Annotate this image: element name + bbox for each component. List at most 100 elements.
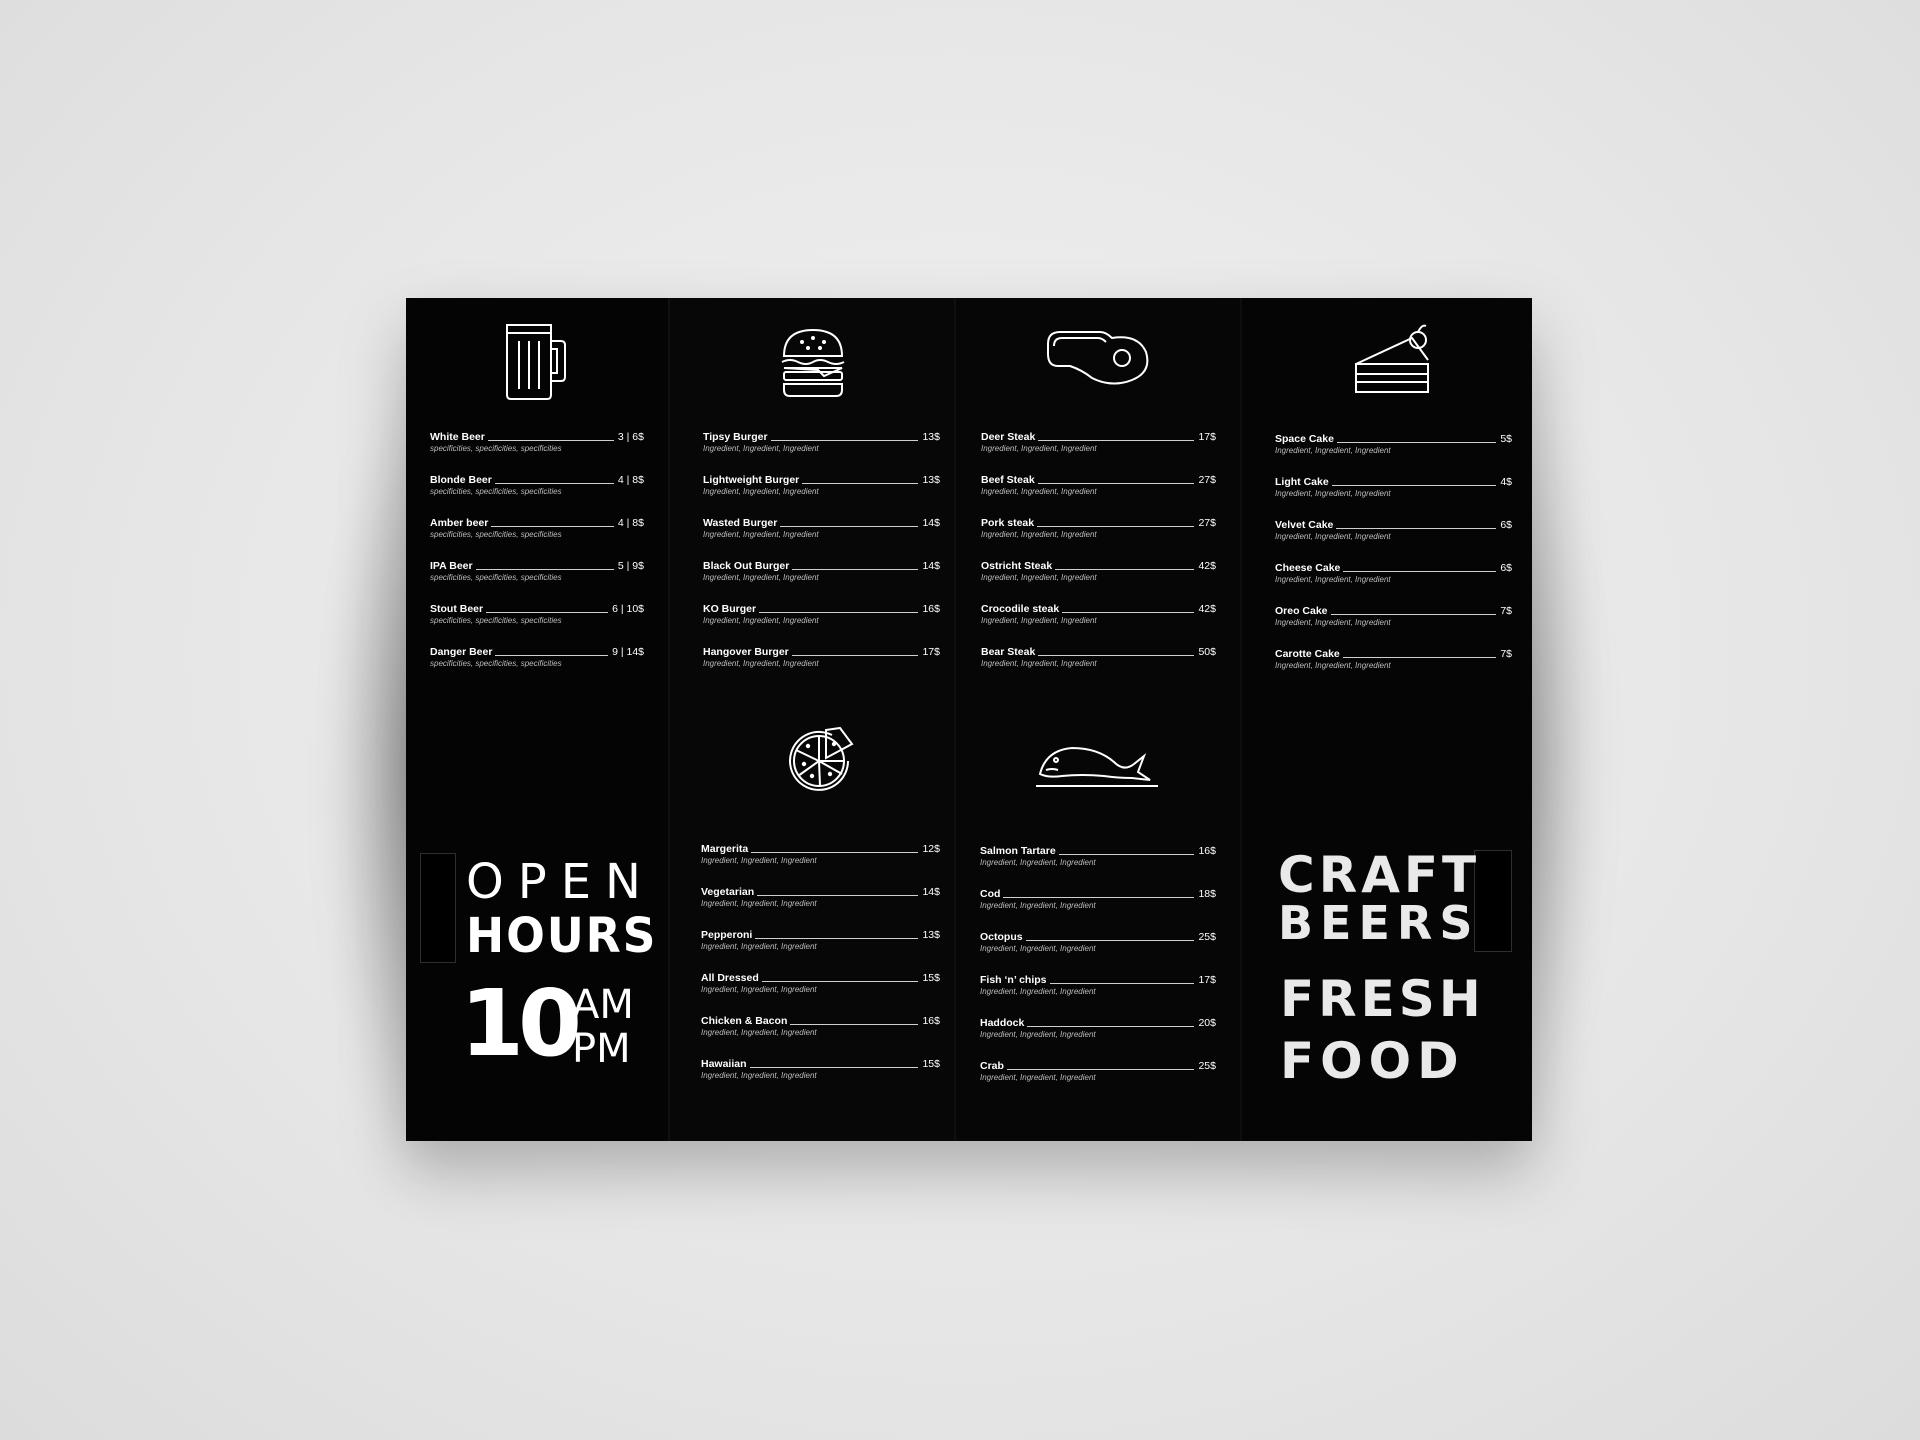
menu-item-description: specificities, specificities, specificit… [430,487,562,496]
menu-item-name: White Beer [430,431,485,443]
menu-item-row: Bear Steak 50$ [981,646,1216,658]
menu-item-description: Ingredient, Ingredient, Ingredient [1275,532,1391,541]
cake-menu: Space Cake 5$ Ingredient, Ingredient, Ingr… [1275,433,1512,691]
menu-item-description: specificities, specificities, specificit… [430,573,562,582]
menu-item-name: Black Out Burger [703,560,790,572]
menu-item-price: 15$ [922,1058,940,1070]
leader-line [1006,1069,1195,1070]
menu-item: Danger Beer 9 | 14$ specificities, specifi… [430,646,644,689]
menu-item-price: 42$ [1198,560,1216,572]
menu-item-price: 3 | 6$ [617,431,644,443]
menu-item-price: 20$ [1198,1017,1216,1029]
menu-item-row: Pork steak 27$ [981,517,1216,529]
leader-line [1330,614,1497,615]
menu-item-name: Amber beer [430,517,489,529]
menu-item-row: Light Cake 4$ [1275,476,1512,488]
menu-item-name: Oreo Cake [1275,605,1328,617]
menu-item-name: KO Burger [703,603,757,615]
leader-line [792,569,919,570]
leader-line [1055,569,1195,570]
menu-item-row: Deer Steak 17$ [981,431,1216,443]
menu-item-description: Ingredient, Ingredient, Ingredient [981,530,1097,539]
menu-item: Wasted Burger 14$ Ingredient, Ingredient, … [703,517,940,560]
menu-item-row: Salmon Tartare 16$ [980,845,1216,857]
fold-line [954,298,956,1141]
menu-item-name: Chicken & Bacon [701,1015,788,1027]
menu-item-name: Danger Beer [430,646,493,658]
menu-item-price: 16$ [922,1015,940,1027]
trifold-menu-brochure: White Beer 3 | 6$ specificities, specifici… [406,298,1532,1141]
menu-item-name: Blonde Beer [430,474,492,486]
menu-item-price: 25$ [1198,931,1216,943]
menu-item-name: Ostricht Steak [981,560,1053,572]
beer-menu: White Beer 3 | 6$ specificities, specifici… [430,431,644,689]
steak-icon [1042,326,1152,390]
menu-item-description: Ingredient, Ingredient, Ingredient [980,901,1096,910]
menu-item: Space Cake 5$ Ingredient, Ingredient, Ingr… [1275,433,1512,476]
menu-item-name: Deer Steak [981,431,1036,443]
menu-item-description: specificities, specificities, specificit… [430,659,562,668]
open-hours-am: AM [572,982,634,1028]
menu-item: Deer Steak 17$ Ingredient, Ingredient, Ing… [981,431,1216,474]
menu-item-price: 5$ [1500,433,1512,445]
menu-item-description: Ingredient, Ingredient, Ingredient [980,858,1096,867]
menu-item-description: Ingredient, Ingredient, Ingredient [701,1071,817,1080]
slogan-line2: BEERS [1278,896,1480,950]
menu-item-row: Margerita 12$ [701,843,940,855]
menu-item-name: Pork steak [981,517,1035,529]
menu-item: Blonde Beer 4 | 8$ specificities, specific… [430,474,644,517]
menu-item-description: Ingredient, Ingredient, Ingredient [981,573,1097,582]
menu-item-row: Amber beer 4 | 8$ [430,517,644,529]
leader-line [759,612,919,613]
menu-item-row: Space Cake 5$ [1275,433,1512,445]
menu-item-price: 17$ [922,646,940,658]
menu-item-description: Ingredient, Ingredient, Ingredient [1275,661,1391,670]
open-hours-line2: HOURS [466,908,658,964]
menu-item-row: Hangover Burger 17$ [703,646,940,658]
menu-item-price: 27$ [1198,517,1216,529]
fish-icon [1032,736,1162,790]
leader-line [770,440,919,441]
menu-item-price: 14$ [922,886,940,898]
menu-item-name: IPA Beer [430,560,473,572]
menu-item-price: 13$ [922,474,940,486]
menu-item: Margerita 12$ Ingredient, Ingredient, Ingr… [701,843,940,886]
menu-item-description: Ingredient, Ingredient, Ingredient [980,987,1096,996]
menu-item: Bear Steak 50$ Ingredient, Ingredient, Ing… [981,646,1216,689]
leader-line [486,612,609,613]
menu-item: Stout Beer 6 | 10$ specificities, specific… [430,603,644,646]
leader-line [1049,983,1195,984]
menu-item-price: 7$ [1500,605,1512,617]
menu-item-row: White Beer 3 | 6$ [430,431,644,443]
menu-item-price: 16$ [1198,845,1216,857]
menu-item-name: Cod [980,888,1001,900]
menu-item: Velvet Cake 6$ Ingredient, Ingredient, Ing… [1275,519,1512,562]
menu-item-price: 4 | 8$ [617,474,644,486]
menu-item-price: 5 | 9$ [617,560,644,572]
menu-item-description: Ingredient, Ingredient, Ingredient [701,942,817,951]
menu-item-name: Tipsy Burger [703,431,768,443]
menu-item: Salmon Tartare 16$ Ingredient, Ingredient,… [980,845,1216,888]
menu-item-name: Beef Steak [981,474,1035,486]
leader-line [1037,526,1195,527]
menu-item-name: Stout Beer [430,603,484,615]
menu-item-price: 13$ [922,431,940,443]
menu-item-row: IPA Beer 5 | 9$ [430,560,644,572]
cake-slice-icon [1352,320,1432,396]
menu-item-description: Ingredient, Ingredient, Ingredient [1275,618,1391,627]
menu-item-row: Pepperoni 13$ [701,929,940,941]
menu-item-row: Octopus 25$ [980,931,1216,943]
menu-item-description: specificities, specificities, specificit… [430,616,562,625]
menu-item-name: Crab [980,1060,1004,1072]
menu-item-row: Lightweight Burger 13$ [703,474,940,486]
menu-item-description: Ingredient, Ingredient, Ingredient [701,856,817,865]
menu-item: Lightweight Burger 13$ Ingredient, Ingredi… [703,474,940,517]
menu-item-row: Stout Beer 6 | 10$ [430,603,644,615]
leader-line [475,569,614,570]
menu-item-price: 4$ [1500,476,1512,488]
leader-line [1003,897,1195,898]
fold-line [668,298,670,1141]
menu-item: Tipsy Burger 13$ Ingredient, Ingredient, I… [703,431,940,474]
menu-item-description: Ingredient, Ingredient, Ingredient [980,1073,1096,1082]
menu-item: IPA Beer 5 | 9$ specificities, specificiti… [430,560,644,603]
